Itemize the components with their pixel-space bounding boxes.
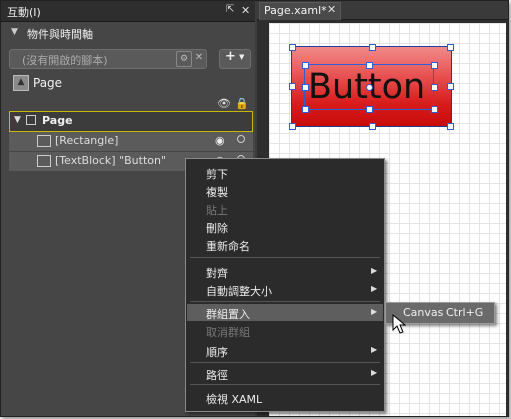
resize-handle[interactable] (431, 62, 438, 69)
collapse-arrow-icon[interactable]: ▼ (11, 27, 18, 37)
script-row: (沒有開啟的腳本) ⚙ ✕ + ▼ (9, 49, 251, 69)
panel-title: 互動(I) (7, 6, 41, 19)
menu-separator (190, 384, 380, 385)
menu-item-ungroup: 取消群組 (187, 322, 383, 339)
panel-title-bar: 互動(I) ⇱ ✕ (1, 1, 255, 22)
resize-handle[interactable] (431, 106, 438, 113)
menu-item-paste: 貼上 (187, 200, 383, 217)
resize-handle[interactable] (431, 84, 438, 91)
menu-separator (190, 257, 380, 258)
resize-handle[interactable] (366, 62, 373, 69)
menu-item-copy[interactable]: 複製 (187, 182, 383, 199)
menu-item-label: 剪下 (206, 168, 228, 181)
eye-icon[interactable]: 👁 (217, 97, 231, 110)
add-script-button[interactable]: + ▼ (219, 49, 251, 69)
page-up-icon: ▲ (13, 75, 29, 91)
resize-handle[interactable] (289, 44, 296, 51)
tree-item-label: Page (42, 114, 73, 127)
menu-separator (190, 301, 380, 302)
resize-handle[interactable] (302, 84, 309, 91)
resize-handle[interactable] (289, 83, 296, 90)
menu-item-label: 貼上 (206, 204, 228, 217)
dropdown-arrow-icon: ▼ (239, 53, 245, 61)
rectangle-icon (37, 135, 51, 147)
resize-handle[interactable] (369, 44, 376, 51)
add-icon: + (225, 49, 236, 64)
menu-item-group-into[interactable]: 群組置入 ▶ (187, 304, 383, 321)
tree-item-label: [TextBlock] "Button" (55, 154, 167, 167)
submenu-arrow-icon: ▶ (371, 307, 378, 316)
tree-item-rectangle[interactable]: [Rectangle] ◉ (9, 132, 253, 151)
script-close-icon[interactable]: ✕ (193, 51, 205, 65)
menu-item-label: 路徑 (206, 369, 228, 382)
resize-handle[interactable] (447, 83, 454, 90)
resize-handle[interactable] (369, 123, 376, 130)
eye-icon[interactable]: ◉ (215, 134, 225, 147)
menu-item-view-xaml[interactable]: 檢視 XAML (187, 389, 383, 406)
section-title: 物件與時間軸 (27, 28, 93, 41)
close-tab-icon[interactable]: ✕ (327, 3, 336, 16)
menu-item-auto-size[interactable]: 自動調整大小 ▶ (187, 281, 383, 298)
submenu-arrow-icon: ▶ (371, 368, 378, 377)
menu-item-label: 重新命名 (206, 240, 250, 253)
resize-handle[interactable] (366, 106, 373, 113)
menu-item-cut[interactable]: 剪下 (187, 164, 383, 181)
submenu-arrow-icon: ▶ (371, 266, 378, 275)
tree-item-label: [Rectangle] (55, 134, 119, 147)
lock-icon[interactable]: 🔒 (235, 97, 249, 110)
shortcut-label: Ctrl+G (446, 306, 484, 319)
pin-icon[interactable]: ⇱ (226, 5, 236, 15)
close-icon[interactable]: ✕ (241, 4, 250, 17)
resize-handle[interactable] (289, 123, 296, 130)
menu-item-rename[interactable]: 重新命名 (187, 236, 383, 253)
textblock-icon (37, 155, 51, 167)
menu-item-label: 檢視 XAML (206, 393, 263, 406)
menu-item-path[interactable]: 路徑 ▶ (187, 365, 383, 382)
menu-item-label: 自動調整大小 (206, 285, 272, 298)
lock-toggle-icon[interactable] (237, 135, 245, 143)
resize-handle[interactable] (302, 62, 309, 69)
menu-item-label: 複製 (206, 186, 228, 199)
expand-arrow-icon[interactable]: ▼ (14, 115, 21, 125)
menu-separator (190, 362, 380, 363)
resize-handle[interactable] (302, 106, 309, 113)
script-placeholder: (沒有開啟的腳本) (22, 54, 108, 67)
designer-window: 互動(I) ⇱ ✕ ▼ 物件與時間軸 (沒有開啟的腳本) ⚙ ✕ + ▼ ▲ P… (0, 0, 509, 417)
tree-item-page[interactable]: ▼ Page (9, 111, 253, 132)
script-options-icon[interactable]: ⚙ (176, 51, 192, 67)
resize-handle[interactable] (447, 44, 454, 51)
document-tabs: Page.xaml* ✕ (257, 1, 508, 20)
menu-item-align[interactable]: 對齊 ▶ (187, 263, 383, 280)
center-handle[interactable] (366, 84, 373, 91)
tab-label: Page.xaml* (264, 4, 327, 17)
context-menu: 剪下 複製 貼上 刪除 重新命名 對齊 ▶ 自動調整大小 ▶ 群組置入 ▶ 取消群組 … (185, 158, 385, 412)
page-icon (26, 115, 36, 125)
page-scope-label: Page (33, 76, 63, 90)
menu-item-label: 對齊 (206, 267, 228, 280)
script-combo[interactable]: (沒有開啟的腳本) ⚙ ✕ (9, 49, 207, 69)
menu-item-label: 順序 (206, 346, 228, 359)
mouse-cursor-icon (392, 314, 406, 334)
visibility-lock-header: 👁 🔒 (217, 97, 253, 110)
objects-timeline-header[interactable]: ▼ 物件與時間軸 (1, 23, 255, 43)
submenu-item-label: Canvas (403, 306, 444, 319)
submenu-arrow-icon: ▶ (371, 345, 378, 354)
menu-item-order[interactable]: 順序 ▶ (187, 342, 383, 359)
resize-handle[interactable] (447, 123, 454, 130)
menu-item-delete[interactable]: 刪除 (187, 218, 383, 235)
menu-item-label: 刪除 (206, 222, 228, 235)
menu-item-label: 取消群組 (206, 326, 250, 339)
page-scope[interactable]: ▲ Page (11, 74, 251, 96)
menu-item-label: 群組置入 (206, 308, 250, 321)
submenu-arrow-icon: ▶ (371, 284, 378, 293)
tab-page-xaml[interactable]: Page.xaml* ✕ (259, 2, 341, 20)
